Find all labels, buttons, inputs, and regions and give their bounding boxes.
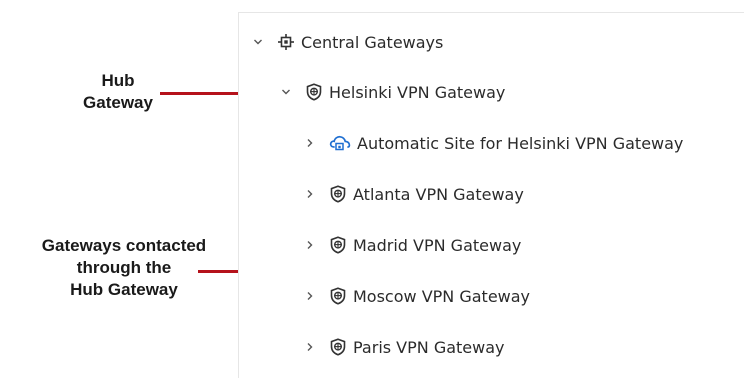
chevron-down-icon[interactable] (279, 85, 293, 99)
tree-item-moscow-vpn-gateway[interactable]: Moscow VPN Gateway (303, 281, 530, 311)
tree-item-central-gateways[interactable]: Central Gateways (251, 27, 443, 57)
vpn-gateway-icon (329, 236, 347, 254)
chevron-right-icon[interactable] (303, 136, 317, 150)
annotation-text: Hub (101, 71, 135, 90)
tree-item-madrid-vpn-gateway[interactable]: Madrid VPN Gateway (303, 230, 521, 260)
chevron-down-icon[interactable] (251, 35, 265, 49)
tree-item-paris-vpn-gateway[interactable]: Paris VPN Gateway (303, 332, 505, 362)
annotation-text: Hub Gateway (70, 280, 178, 299)
automatic-site-icon (329, 134, 351, 152)
tree-item-label: Helsinki VPN Gateway (329, 82, 506, 102)
tree-item-label: Madrid VPN Gateway (353, 235, 522, 255)
chevron-right-icon[interactable] (303, 340, 317, 354)
tree-item-helsinki-vpn-gateway[interactable]: Helsinki VPN Gateway (279, 77, 505, 107)
vpn-gateway-icon (329, 338, 347, 356)
tree-item-label: Moscow VPN Gateway (353, 286, 531, 306)
tree-item-label: Central Gateways (301, 32, 444, 52)
tree-item-label: Atlanta VPN Gateway (353, 184, 524, 204)
contacted-gateways-annotation: Gateways contacted through the Hub Gatew… (8, 235, 240, 301)
vpn-gateway-icon (329, 185, 347, 203)
tree-item-atlanta-vpn-gateway[interactable]: Atlanta VPN Gateway (303, 179, 524, 209)
tree-item-automatic-site-helsinki[interactable]: Automatic Site for Helsinki VPN Gateway (303, 128, 683, 158)
chevron-right-icon[interactable] (303, 238, 317, 252)
annotation-text: Gateways contacted (41, 236, 207, 255)
chevron-right-icon[interactable] (303, 289, 317, 303)
vpn-gateway-icon (329, 287, 347, 305)
chevron-right-icon[interactable] (303, 187, 317, 201)
gateway-tree-panel: Central Gateways Helsinki VPN Gateway Au… (238, 12, 744, 378)
hub-gateway-annotation: Hub Gateway (83, 70, 153, 114)
central-gateways-icon (277, 33, 295, 51)
vpn-gateway-icon (305, 83, 323, 101)
tree-item-label: Automatic Site for Helsinki VPN Gateway (357, 133, 684, 153)
annotation-text: Gateway (83, 93, 153, 112)
annotation-text: through the (76, 258, 172, 277)
tree-item-label: Paris VPN Gateway (353, 337, 505, 357)
